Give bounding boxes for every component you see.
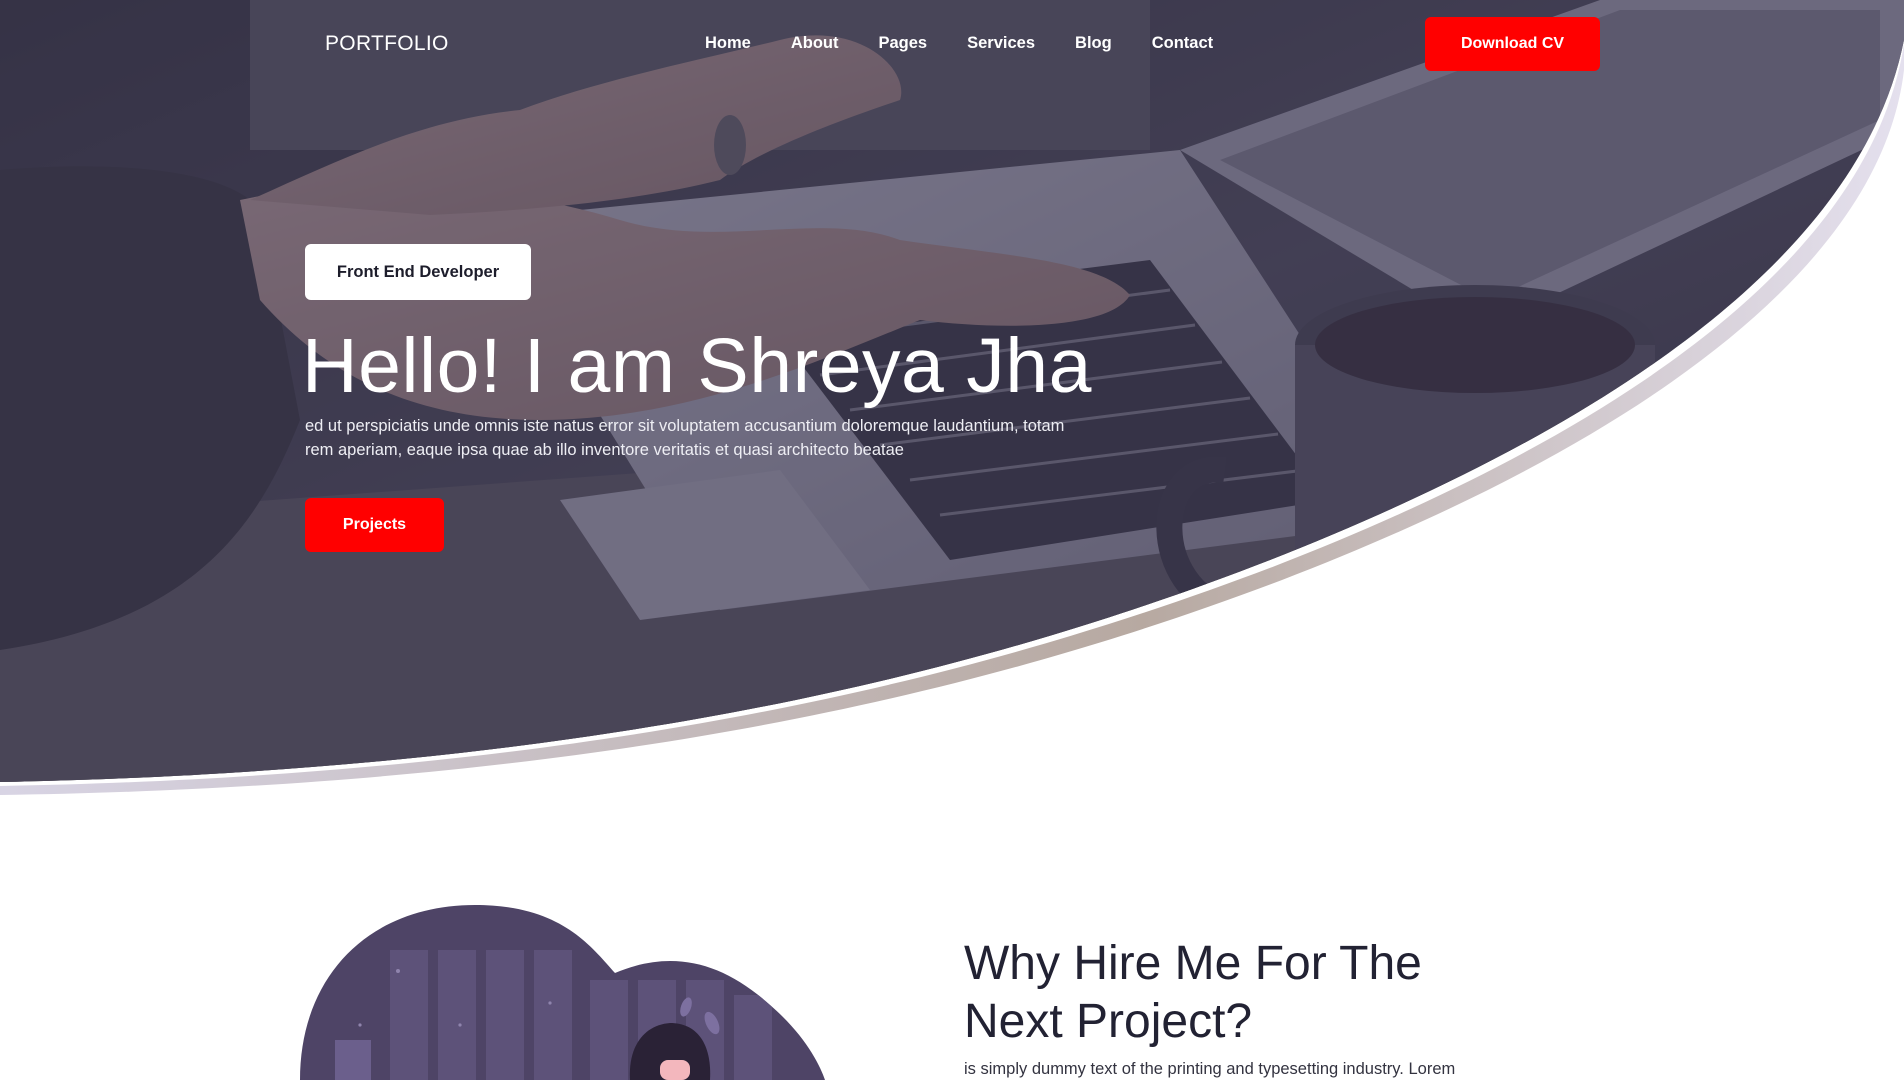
role-badge: Front End Developer <box>305 244 531 300</box>
site-logo[interactable]: PORTFOLIO <box>325 32 449 56</box>
nav-link-contact[interactable]: Contact <box>1152 34 1213 53</box>
hero-title: Hello! I am Shreya Jha <box>302 323 1092 409</box>
navbar: PORTFOLIO Home About Pages Services Blog… <box>0 0 1904 90</box>
nav-link-services[interactable]: Services <box>967 34 1035 53</box>
nav-links: Home About Pages Services Blog Contact <box>705 34 1253 53</box>
hero-description: ed ut perspiciatis unde omnis iste natus… <box>305 417 1065 459</box>
about-heading: Why Hire Me For The Next Project? <box>964 937 1422 1048</box>
projects-button[interactable]: Projects <box>305 498 444 552</box>
download-cv-button[interactable]: Download CV <box>1425 17 1600 71</box>
about-text: is simply dummy text of the printing and… <box>964 1060 1456 1078</box>
developer-illustration <box>300 905 840 1080</box>
nav-link-pages[interactable]: Pages <box>879 34 928 53</box>
nav-link-home[interactable]: Home <box>705 34 751 53</box>
nav-link-about[interactable]: About <box>791 34 839 53</box>
nav-link-blog[interactable]: Blog <box>1075 34 1112 53</box>
